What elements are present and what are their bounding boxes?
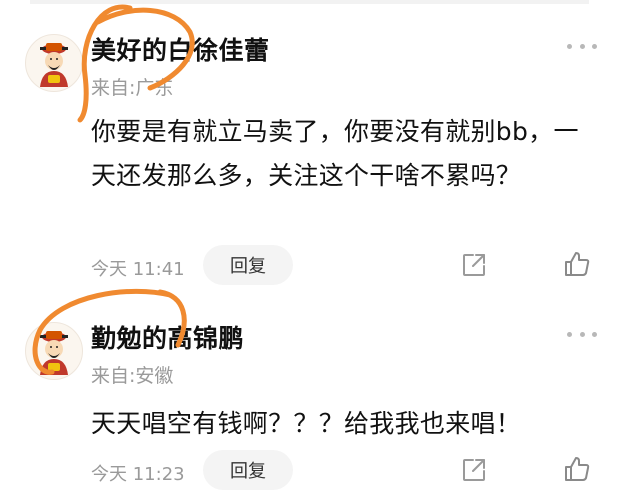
username[interactable]: 勤勉的高锦鹏 bbox=[91, 319, 244, 355]
avatar[interactable] bbox=[25, 34, 83, 92]
location-label: 来自:安徽 bbox=[91, 365, 174, 387]
more-dots-icon[interactable] bbox=[567, 39, 597, 53]
thumbs-up-icon[interactable] bbox=[563, 250, 591, 278]
comment-text: 天天唱空有钱啊？？？给我我也来唱！ bbox=[91, 409, 522, 438]
timestamp: 今天 11:23 bbox=[91, 464, 185, 485]
god-of-wealth-avatar-icon bbox=[40, 331, 68, 375]
more-dots-icon[interactable] bbox=[567, 327, 597, 341]
reply-button[interactable]: 回复 bbox=[203, 450, 293, 490]
share-icon[interactable] bbox=[461, 252, 487, 278]
avatar[interactable] bbox=[25, 322, 83, 380]
comment-actions: 今天 11:41 回复 bbox=[91, 245, 601, 285]
username[interactable]: 美好的白徐佳蕾 bbox=[91, 31, 270, 67]
god-of-wealth-avatar-icon bbox=[40, 43, 68, 87]
share-icon[interactable] bbox=[461, 457, 487, 483]
thumbs-up-icon[interactable] bbox=[563, 455, 591, 483]
timestamp: 今天 11:41 bbox=[91, 259, 185, 280]
top-divider bbox=[30, 0, 589, 4]
reply-button[interactable]: 回复 bbox=[203, 245, 293, 285]
comment-actions: 今天 11:23 回复 bbox=[91, 450, 601, 490]
comment-text: 你要是有就立马卖了，你要没有就别bb，一天还发那么多，关注这个干啥不累吗？ bbox=[91, 117, 579, 190]
location-label: 来自:广东 bbox=[91, 77, 174, 99]
